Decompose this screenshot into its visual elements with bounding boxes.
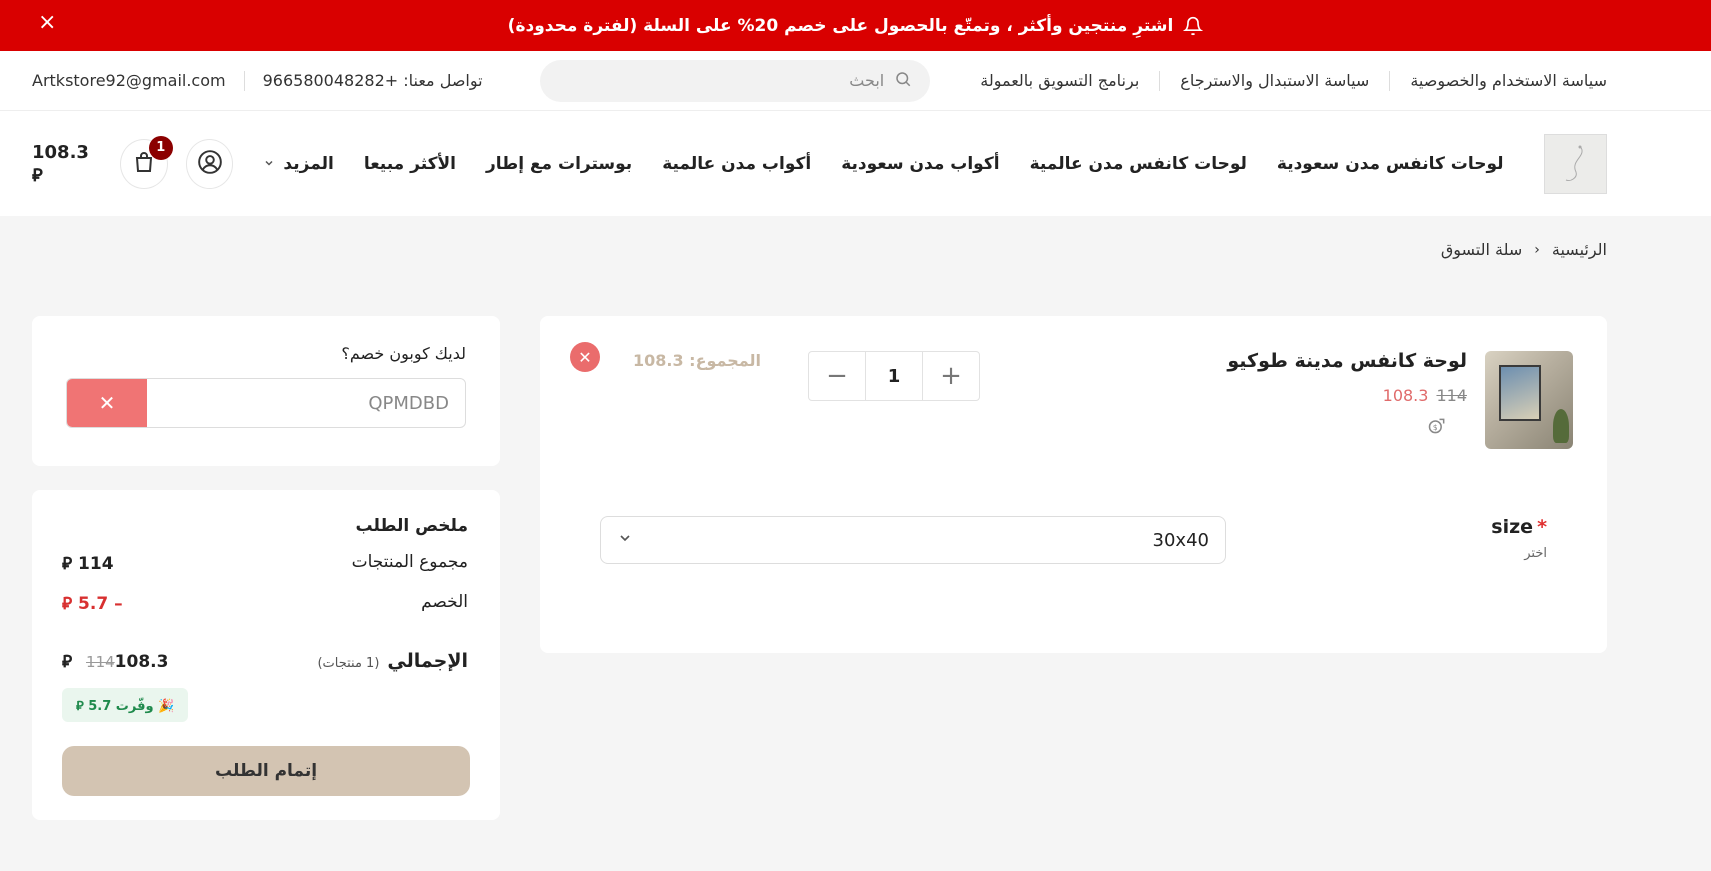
discount-row: الخصم – 5.7 ⃁ — [62, 592, 468, 614]
product-old-price: 114 — [1436, 386, 1467, 405]
summary-title: ملخص الطلب — [355, 516, 468, 536]
nav-framed-posters[interactable]: بوسترات مع إطار — [486, 154, 632, 174]
coin-icon: $ — [1427, 416, 1447, 440]
item-count: (1 منتجات) — [317, 656, 380, 671]
breadcrumb-home[interactable]: الرئيسية — [1552, 240, 1607, 259]
chevron-left-icon: ‹ — [1534, 241, 1540, 258]
promo-text: اشترِ منتجين وأكثر ، وتمتّع بالحصول على … — [507, 15, 1174, 36]
search-input[interactable]: ابحث — [540, 59, 931, 102]
coupon-input[interactable]: QPMDBD — [147, 379, 465, 427]
nav-best-sellers[interactable]: الأكثر مبيعا — [364, 154, 456, 174]
top-utility-bar: سياسة الاستخدام والخصوصية سياسة الاستبدا… — [0, 51, 1711, 110]
nav-saudi-mugs[interactable]: أكواب مدن سعودية — [841, 154, 999, 174]
product-name[interactable]: لوحة كانفس مدينة طوكيو — [1227, 350, 1467, 372]
contact-email[interactable]: Artkstore92@gmail.com — [32, 71, 226, 90]
item-subtotal: المجموع: 108.3 — [633, 351, 762, 370]
nav-more[interactable]: المزيد — [263, 153, 334, 174]
cart-total-price: 108.3 ⃁ — [32, 141, 89, 186]
products-total-label: مجموع المنتجات — [351, 552, 468, 572]
chevron-down-icon — [263, 154, 275, 174]
grand-total-row: الإجمالي (1 منتجات) 114108.3 ⃁ — [62, 650, 468, 672]
decrease-quantity-button[interactable]: − — [809, 352, 865, 400]
cart-count-badge: 1 — [148, 135, 173, 160]
required-marker: * — [1537, 516, 1547, 538]
nav-saudi-canvas[interactable]: لوحات كانفس مدن سعودية — [1277, 154, 1504, 174]
remove-coupon-button[interactable]: ✕ — [67, 379, 147, 427]
grand-total-label: الإجمالي — [387, 650, 468, 672]
account-button[interactable] — [185, 138, 234, 189]
search-placeholder: ابحث — [849, 71, 885, 90]
size-option-label: *size — [1491, 516, 1547, 538]
close-icon: ✕ — [98, 391, 116, 415]
store-logo[interactable] — [1543, 133, 1607, 194]
size-hint: اختر — [1524, 546, 1547, 561]
return-policy-link[interactable]: سياسة الاستبدال والاسترجاع — [1180, 71, 1369, 90]
breadcrumb-current: سلة التسوق — [1440, 240, 1523, 259]
user-icon — [197, 149, 223, 179]
coupon-card: لديك كوبون خصم؟ ✕ QPMDBD — [32, 316, 500, 466]
discount-label: الخصم — [421, 592, 468, 612]
size-selected-value: 30x40 — [1152, 529, 1209, 551]
products-total-value: 114 ⃁ — [62, 554, 114, 574]
privacy-policy-link[interactable]: سياسة الاستخدام والخصوصية — [1410, 71, 1607, 90]
remove-item-button[interactable]: ✕ — [570, 342, 600, 372]
coupon-field: ✕ QPMDBD — [66, 378, 466, 428]
products-total-row: مجموع المنتجات 114 ⃁ — [62, 552, 468, 574]
savings-badge: 🎉 وفّرت 5.7 ⃁ — [62, 688, 189, 722]
grand-total-value-group: 114108.3 ⃁ — [62, 650, 168, 672]
discount-value: – 5.7 ⃁ — [62, 594, 123, 614]
nav-world-canvas[interactable]: لوحات كانفس مدن عالمية — [1030, 154, 1247, 174]
quantity-stepper: − 1 + — [808, 351, 980, 401]
product-price: 114 108.3 — [1383, 386, 1467, 405]
order-summary-card: ملخص الطلب مجموع المنتجات 114 ⃁ الخصم – … — [32, 490, 500, 820]
quantity-value[interactable]: 1 — [865, 352, 923, 400]
cart-item-card: لوحة كانفس مدينة طوكيو 114 108.3 $ − 1 +… — [540, 316, 1607, 653]
svg-text:$: $ — [1433, 423, 1438, 432]
search-icon — [894, 70, 912, 92]
nav-more-label: المزيد — [283, 153, 334, 174]
close-icon[interactable]: × — [38, 10, 56, 35]
size-select[interactable]: 30x40 — [600, 516, 1226, 564]
chevron-down-icon — [617, 530, 633, 551]
coupon-label: لديك كوبون خصم؟ — [341, 344, 466, 363]
nav-world-mugs[interactable]: أكواب مدن عالمية — [662, 154, 811, 174]
breadcrumb: الرئيسية ‹ سلة التسوق — [1441, 240, 1607, 259]
increase-quantity-button[interactable]: + — [923, 352, 979, 400]
checkout-button[interactable]: إتمام الطلب — [62, 746, 470, 796]
affiliate-program-link[interactable]: برنامج التسويق بالعمولة — [980, 71, 1139, 90]
main-navbar: لوحات كانفس مدن سعودية لوحات كانفس مدن ع… — [0, 110, 1711, 216]
contact-phone[interactable]: تواصل معنا: +966580048282 — [263, 71, 483, 90]
promo-banner: × اشترِ منتجين وأكثر ، وتمتّع بالحصول عل… — [0, 0, 1711, 51]
size-label-text: size — [1491, 516, 1534, 538]
product-new-price: 108.3 — [1382, 386, 1429, 405]
grand-total-value: 108.3 ⃁ — [62, 652, 169, 672]
close-icon: ✕ — [578, 347, 592, 367]
product-image[interactable] — [1485, 351, 1573, 449]
grand-total-label-group: الإجمالي (1 منتجات) — [317, 650, 468, 672]
cart-button[interactable]: 1 — [120, 135, 173, 189]
bell-icon — [1183, 16, 1204, 36]
grand-total-old: 114 — [86, 653, 115, 671]
